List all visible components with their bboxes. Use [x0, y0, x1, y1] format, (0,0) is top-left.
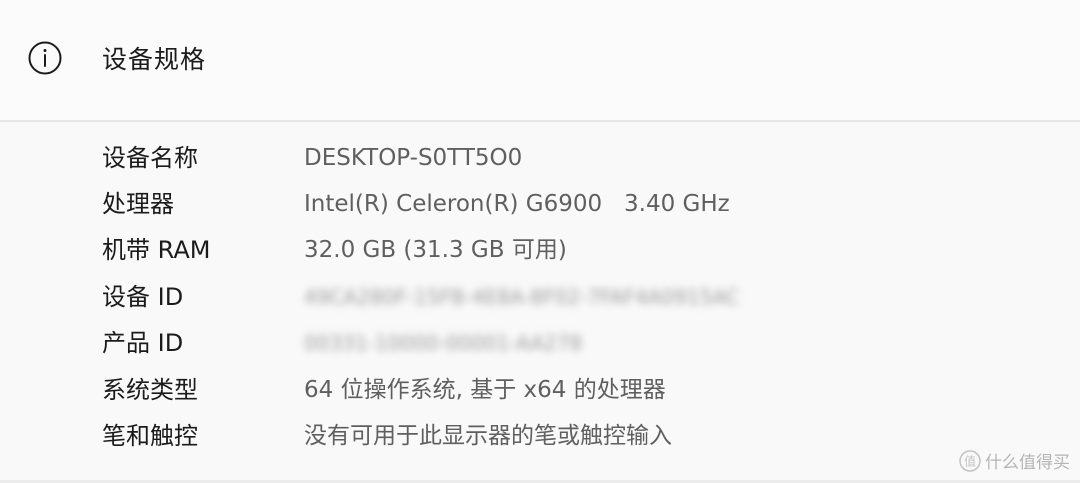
watermark-logo-text: 值 — [964, 453, 976, 468]
spec-label: 设备名称 — [102, 144, 198, 172]
spec-label: 笔和触控 — [102, 422, 198, 450]
spec-value[interactable]: Intel(R) Celeron(R) G6900 3.40 GHz — [304, 181, 730, 227]
smzdm-logo-icon: 值 — [959, 449, 981, 472]
section-title: 设备规格 — [102, 45, 207, 74]
watermark: 值 什么值得买 — [959, 448, 1070, 473]
spec-value[interactable]: 32.0 GB (31.3 GB 可用) — [304, 227, 567, 273]
specs-list: 设备名称 DESKTOP-S0TT5O0 处理器 Intel(R) Celero… — [0, 122, 1080, 480]
spec-value-redacted[interactable]: 00331-10000-00001-AA278 — [304, 320, 582, 366]
watermark-text: 什么值得买 — [985, 453, 1070, 473]
spec-label: 机带 RAM — [102, 236, 211, 264]
spec-row-ram: 机带 RAM 32.0 GB (31.3 GB 可用) — [0, 227, 1080, 273]
spec-row-device-id: 设备 ID 49CA280F-15FB-4E8A-8F02-7FAF4A0915… — [0, 274, 1080, 320]
spec-row-product-id: 产品 ID 00331-10000-00001-AA278 — [0, 320, 1080, 366]
spec-row-processor: 处理器 Intel(R) Celeron(R) G6900 3.40 GHz — [0, 181, 1080, 227]
spec-value[interactable]: 没有可用于此显示器的笔或触控输入 — [304, 413, 672, 459]
device-specs-header[interactable]: 设备规格 — [0, 0, 1080, 120]
spec-label: 系统类型 — [102, 376, 198, 404]
spec-value-redacted[interactable]: 49CA280F-15FB-4E8A-8F02-7FAF4A0915AC — [304, 274, 740, 320]
info-icon — [28, 41, 62, 75]
spec-row-device-name: 设备名称 DESKTOP-S0TT5O0 — [0, 135, 1080, 181]
spec-value[interactable]: DESKTOP-S0TT5O0 — [304, 135, 522, 181]
spec-label: 设备 ID — [102, 283, 184, 311]
spec-row-pen-touch: 笔和触控 没有可用于此显示器的笔或触控输入 — [0, 413, 1080, 459]
spec-label: 处理器 — [102, 190, 174, 218]
device-specs-panel: 设备规格 设备名称 DESKTOP-S0TT5O0 处理器 Intel(R) C… — [0, 0, 1080, 483]
spec-value[interactable]: 64 位操作系统, 基于 x64 的处理器 — [304, 367, 666, 413]
spec-label: 产品 ID — [102, 329, 184, 357]
spec-row-system-type: 系统类型 64 位操作系统, 基于 x64 的处理器 — [0, 367, 1080, 413]
